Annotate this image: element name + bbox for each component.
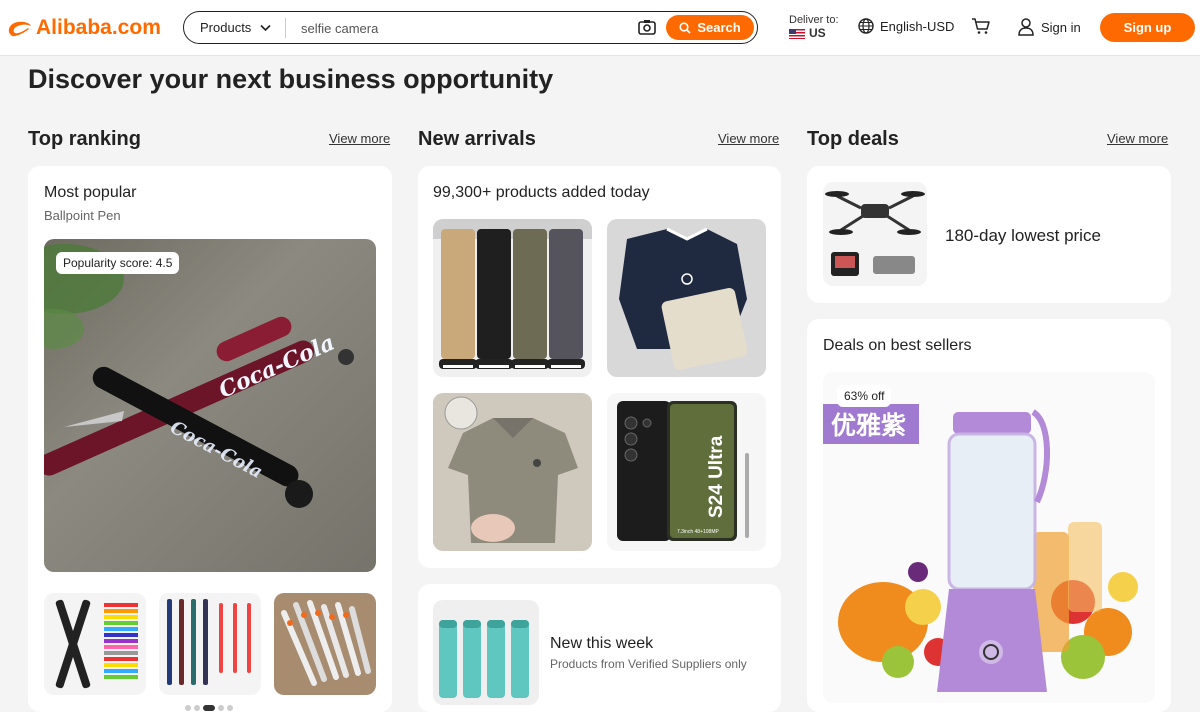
page-title: Discover your next business opportunity	[28, 64, 554, 94]
new-arrivals-title: New arrivals	[418, 128, 536, 150]
search-category-label: Products	[200, 20, 252, 35]
top-deals-title: Top deals	[807, 128, 899, 150]
pen-thumbnail-3[interactable]	[274, 593, 376, 695]
discount-badge: 63% off	[837, 385, 892, 407]
user-icon	[1018, 18, 1034, 36]
cargo-pants-illustration	[433, 219, 592, 369]
search-bar: Products Search	[183, 11, 758, 44]
search-input[interactable]	[301, 17, 631, 39]
polo-shirt-image[interactable]	[433, 393, 592, 551]
top-ranking-view-more[interactable]: View more	[329, 131, 390, 146]
us-flag-icon	[789, 28, 805, 39]
top-ranking-title: Top ranking	[28, 128, 141, 150]
carousel-indicator	[185, 705, 233, 711]
product-overlay-text: 优雅紫	[831, 411, 906, 440]
polo-shirt-illustration	[444, 396, 578, 543]
carousel-dot[interactable]	[227, 705, 233, 711]
s24-ultra-phone-image[interactable]: S24 Ultra 7.3inch 48+108MP	[607, 393, 766, 551]
language-currency-label: English-USD	[880, 18, 955, 34]
top-header: Alibaba.com Products Search Deliver to: …	[0, 0, 1200, 56]
lowest-price-text: 180-day lowest price	[945, 226, 1101, 245]
new-this-week-title: New this week	[550, 635, 654, 652]
drone-image[interactable]	[823, 182, 927, 286]
most-popular-subtitle: Ballpoint Pen	[44, 208, 121, 223]
new-this-week-subtitle: Products from Verified Suppliers only	[550, 657, 747, 671]
chevron-down-icon	[260, 24, 271, 31]
carousel-dot-active[interactable]	[203, 705, 215, 711]
pen-thumbnail-1[interactable]	[44, 593, 146, 695]
track-suit-image[interactable]	[607, 219, 766, 377]
cart-icon[interactable]	[971, 17, 991, 35]
blender-product-image[interactable]: 优雅紫 63% off	[823, 372, 1155, 703]
new-arrivals-view-more[interactable]: View more	[718, 131, 779, 146]
deliver-country-row: US	[789, 27, 839, 40]
search-button-label: Search	[697, 20, 741, 35]
search-category-dropdown[interactable]: Products	[200, 20, 271, 35]
search-icon	[679, 21, 691, 34]
search-divider	[285, 18, 286, 38]
carousel-dot[interactable]	[218, 705, 224, 711]
popularity-badge: Popularity score: 4.5	[56, 252, 180, 274]
phone-model-text: S24 Ultra	[706, 435, 727, 518]
globe-icon	[858, 18, 874, 34]
track-suit-illustration	[619, 227, 748, 370]
alibaba-logo-icon	[8, 21, 31, 37]
best-sellers-card[interactable]: Deals on best sellers 优雅紫 63% off	[807, 319, 1171, 712]
new-this-week-card[interactable]: New this week Products from Verified Sup…	[418, 584, 781, 712]
carousel-dot[interactable]	[194, 705, 200, 711]
pen-thumbnail-2[interactable]	[159, 593, 261, 695]
sign-up-button[interactable]: Sign up	[1100, 13, 1195, 42]
most-popular-title: Most popular	[44, 184, 137, 201]
language-currency-selector[interactable]: English-USD	[858, 18, 954, 34]
deliver-to[interactable]: Deliver to: US	[789, 14, 839, 40]
products-added-today: 99,300+ products added today	[433, 184, 650, 201]
pen-illustration: Coca-Cola Coca-Cola	[44, 244, 354, 508]
sign-in-link[interactable]: Sign in	[1018, 18, 1081, 36]
lowest-price-card[interactable]: 180-day lowest price	[807, 166, 1171, 303]
sign-in-label: Sign in	[1041, 19, 1081, 35]
pen-set-illustration	[55, 599, 138, 689]
phone-spec-text: 7.3inch 48+108MP	[677, 529, 720, 535]
alibaba-logo[interactable]: Alibaba.com	[6, 14, 161, 42]
portable-blender-illustration: 优雅紫	[823, 404, 1138, 692]
batteries-illustration	[439, 620, 529, 698]
logo-text: Alibaba.com	[36, 16, 161, 39]
top-ranking-card[interactable]: Most popular Ballpoint Pen Coca-Cola Coc…	[28, 166, 392, 712]
smartphone-illustration: S24 Ultra 7.3inch 48+108MP	[617, 401, 749, 541]
top-deals-view-more[interactable]: View more	[1107, 131, 1168, 146]
batteries-image[interactable]	[433, 600, 539, 705]
sign-up-label: Sign up	[1123, 20, 1172, 35]
best-sellers-title: Deals on best sellers	[823, 337, 972, 354]
camera-search-icon[interactable]	[638, 19, 656, 35]
drone-illustration	[825, 191, 925, 276]
ballpoint-pen-image[interactable]: Coca-Cola Coca-Cola Popularity score: 4.…	[44, 239, 376, 572]
new-arrivals-card[interactable]: 99,300+ products added today S24 Ultra 7…	[418, 166, 781, 568]
search-button[interactable]: Search	[666, 15, 754, 40]
carousel-dot[interactable]	[185, 705, 191, 711]
cargo-pants-image[interactable]	[433, 219, 592, 377]
bulk-pens-illustration	[281, 600, 371, 686]
deliver-country: US	[809, 26, 826, 40]
stylus-pens-illustration	[167, 599, 251, 685]
